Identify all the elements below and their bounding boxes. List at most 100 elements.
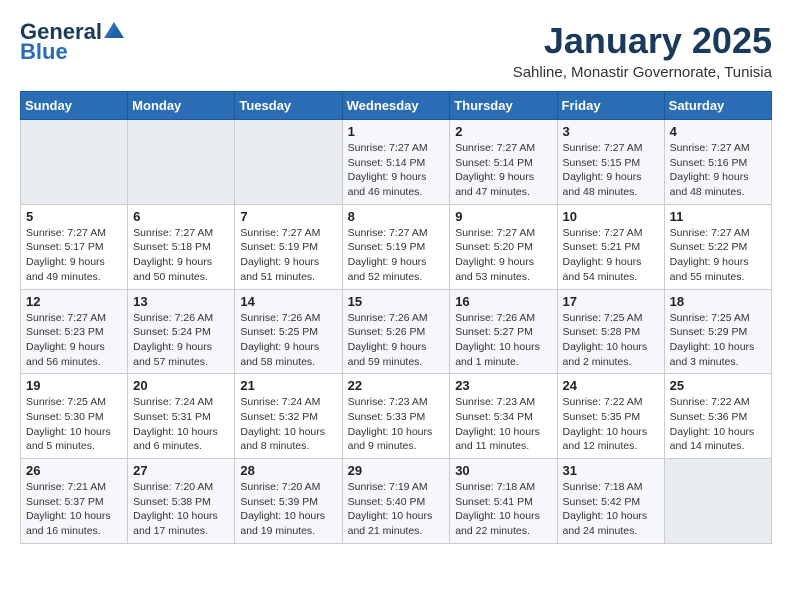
calendar-cell [21, 120, 128, 205]
day-number: 3 [563, 124, 659, 139]
day-number: 17 [563, 294, 659, 309]
day-info: Sunrise: 7:18 AM Sunset: 5:42 PM Dayligh… [563, 480, 659, 539]
day-number: 27 [133, 463, 229, 478]
day-number: 19 [26, 378, 122, 393]
calendar-cell: 30 Sunrise: 7:18 AM Sunset: 5:41 PM Dayli… [450, 459, 557, 544]
calendar-cell: 26 Sunrise: 7:21 AM Sunset: 5:37 PM Dayli… [21, 459, 128, 544]
day-info: Sunrise: 7:27 AM Sunset: 5:16 PM Dayligh… [670, 141, 766, 200]
day-info: Sunrise: 7:21 AM Sunset: 5:37 PM Dayligh… [26, 480, 122, 539]
day-info: Sunrise: 7:27 AM Sunset: 5:20 PM Dayligh… [455, 226, 551, 285]
day-info: Sunrise: 7:23 AM Sunset: 5:34 PM Dayligh… [455, 395, 551, 454]
day-info: Sunrise: 7:19 AM Sunset: 5:40 PM Dayligh… [348, 480, 445, 539]
day-info: Sunrise: 7:26 AM Sunset: 5:26 PM Dayligh… [348, 311, 445, 370]
calendar-cell: 11 Sunrise: 7:27 AM Sunset: 5:22 PM Dayli… [664, 204, 771, 289]
day-info: Sunrise: 7:27 AM Sunset: 5:14 PM Dayligh… [348, 141, 445, 200]
calendar-cell: 31Sunrise: 7:18 AM Sunset: 5:42 PM Dayli… [557, 459, 664, 544]
calendar-cell: 29 Sunrise: 7:19 AM Sunset: 5:40 PM Dayli… [342, 459, 450, 544]
calendar-cell: 23 Sunrise: 7:23 AM Sunset: 5:34 PM Dayli… [450, 374, 557, 459]
day-info: Sunrise: 7:23 AM Sunset: 5:33 PM Dayligh… [348, 395, 445, 454]
day-number: 10 [563, 209, 659, 224]
day-info: Sunrise: 7:27 AM Sunset: 5:14 PM Dayligh… [455, 141, 551, 200]
day-info: Sunrise: 7:27 AM Sunset: 5:15 PM Dayligh… [563, 141, 659, 200]
logo: General Blue [20, 20, 124, 64]
calendar-cell: 9 Sunrise: 7:27 AM Sunset: 5:20 PM Daylig… [450, 204, 557, 289]
day-number: 28 [240, 463, 336, 478]
title-block: January 2025 Sahline, Monastir Governora… [513, 20, 772, 81]
day-info: Sunrise: 7:22 AM Sunset: 5:35 PM Dayligh… [563, 395, 659, 454]
day-number: 11 [670, 209, 766, 224]
day-info: Sunrise: 7:27 AM Sunset: 5:23 PM Dayligh… [26, 311, 122, 370]
calendar-cell: 18Sunrise: 7:25 AM Sunset: 5:29 PM Dayli… [664, 289, 771, 374]
day-number: 13 [133, 294, 229, 309]
calendar-cell: 3 Sunrise: 7:27 AM Sunset: 5:15 PM Daylig… [557, 120, 664, 205]
calendar-header-row: SundayMondayTuesdayWednesdayThursdayFrid… [21, 92, 772, 120]
calendar-cell: 15 Sunrise: 7:26 AM Sunset: 5:26 PM Dayli… [342, 289, 450, 374]
day-number: 26 [26, 463, 122, 478]
day-number: 16 [455, 294, 551, 309]
calendar-cell: 2Sunrise: 7:27 AM Sunset: 5:14 PM Daylig… [450, 120, 557, 205]
day-number: 30 [455, 463, 551, 478]
day-info: Sunrise: 7:24 AM Sunset: 5:31 PM Dayligh… [133, 395, 229, 454]
day-number: 15 [348, 294, 445, 309]
weekday-header: Monday [128, 92, 235, 120]
day-number: 29 [348, 463, 445, 478]
calendar-cell [128, 120, 235, 205]
calendar-cell: 8 Sunrise: 7:27 AM Sunset: 5:19 PM Daylig… [342, 204, 450, 289]
calendar-cell: 16 Sunrise: 7:26 AM Sunset: 5:27 PM Dayli… [450, 289, 557, 374]
day-info: Sunrise: 7:25 AM Sunset: 5:30 PM Dayligh… [26, 395, 122, 454]
day-info: Sunrise: 7:18 AM Sunset: 5:41 PM Dayligh… [455, 480, 551, 539]
calendar-cell [664, 459, 771, 544]
day-number: 6 [133, 209, 229, 224]
calendar-cell: 1 Sunrise: 7:27 AM Sunset: 5:14 PM Daylig… [342, 120, 450, 205]
calendar-cell: 12 Sunrise: 7:27 AM Sunset: 5:23 PM Dayli… [21, 289, 128, 374]
day-info: Sunrise: 7:25 AM Sunset: 5:29 PM Dayligh… [670, 311, 766, 370]
weekday-header: Saturday [664, 92, 771, 120]
calendar-cell: 25 Sunrise: 7:22 AM Sunset: 5:36 PM Dayli… [664, 374, 771, 459]
calendar-cell: 13Sunrise: 7:26 AM Sunset: 5:24 PM Dayli… [128, 289, 235, 374]
day-number: 20 [133, 378, 229, 393]
logo-blue: Blue [20, 40, 68, 64]
day-info: Sunrise: 7:20 AM Sunset: 5:38 PM Dayligh… [133, 480, 229, 539]
day-number: 22 [348, 378, 445, 393]
day-number: 7 [240, 209, 336, 224]
calendar-cell: 6Sunrise: 7:27 AM Sunset: 5:18 PM Daylig… [128, 204, 235, 289]
weekday-header: Wednesday [342, 92, 450, 120]
day-number: 12 [26, 294, 122, 309]
calendar-cell: 7Sunrise: 7:27 AM Sunset: 5:19 PM Daylig… [235, 204, 342, 289]
calendar-cell: 28 Sunrise: 7:20 AM Sunset: 5:39 PM Dayli… [235, 459, 342, 544]
month-title: January 2025 [513, 20, 772, 62]
weekday-header: Friday [557, 92, 664, 120]
calendar-cell: 14 Sunrise: 7:26 AM Sunset: 5:25 PM Dayli… [235, 289, 342, 374]
day-info: Sunrise: 7:20 AM Sunset: 5:39 PM Dayligh… [240, 480, 336, 539]
day-info: Sunrise: 7:22 AM Sunset: 5:36 PM Dayligh… [670, 395, 766, 454]
day-info: Sunrise: 7:27 AM Sunset: 5:19 PM Dayligh… [348, 226, 445, 285]
calendar-week-row: 1 Sunrise: 7:27 AM Sunset: 5:14 PM Daylig… [21, 120, 772, 205]
calendar-week-row: 19 Sunrise: 7:25 AM Sunset: 5:30 PM Dayli… [21, 374, 772, 459]
calendar-cell: 21 Sunrise: 7:24 AM Sunset: 5:32 PM Dayli… [235, 374, 342, 459]
calendar-cell: 17 Sunrise: 7:25 AM Sunset: 5:28 PM Dayli… [557, 289, 664, 374]
day-number: 4 [670, 124, 766, 139]
day-info: Sunrise: 7:24 AM Sunset: 5:32 PM Dayligh… [240, 395, 336, 454]
day-number: 23 [455, 378, 551, 393]
calendar-table: SundayMondayTuesdayWednesdayThursdayFrid… [20, 91, 772, 544]
day-number: 1 [348, 124, 445, 139]
weekday-header: Sunday [21, 92, 128, 120]
page-header: General Blue January 2025 Sahline, Monas… [20, 20, 772, 81]
day-info: Sunrise: 7:27 AM Sunset: 5:21 PM Dayligh… [563, 226, 659, 285]
day-info: Sunrise: 7:25 AM Sunset: 5:28 PM Dayligh… [563, 311, 659, 370]
weekday-header: Tuesday [235, 92, 342, 120]
day-number: 14 [240, 294, 336, 309]
calendar-cell: 10 Sunrise: 7:27 AM Sunset: 5:21 PM Dayli… [557, 204, 664, 289]
day-info: Sunrise: 7:26 AM Sunset: 5:27 PM Dayligh… [455, 311, 551, 370]
day-number: 8 [348, 209, 445, 224]
day-number: 9 [455, 209, 551, 224]
calendar-cell: 5Sunrise: 7:27 AM Sunset: 5:17 PM Daylig… [21, 204, 128, 289]
day-info: Sunrise: 7:27 AM Sunset: 5:22 PM Dayligh… [670, 226, 766, 285]
day-number: 25 [670, 378, 766, 393]
calendar-week-row: 5Sunrise: 7:27 AM Sunset: 5:17 PM Daylig… [21, 204, 772, 289]
day-info: Sunrise: 7:26 AM Sunset: 5:25 PM Dayligh… [240, 311, 336, 370]
day-number: 5 [26, 209, 122, 224]
day-number: 21 [240, 378, 336, 393]
location-title: Sahline, Monastir Governorate, Tunisia [513, 64, 772, 81]
calendar-week-row: 26 Sunrise: 7:21 AM Sunset: 5:37 PM Dayli… [21, 459, 772, 544]
